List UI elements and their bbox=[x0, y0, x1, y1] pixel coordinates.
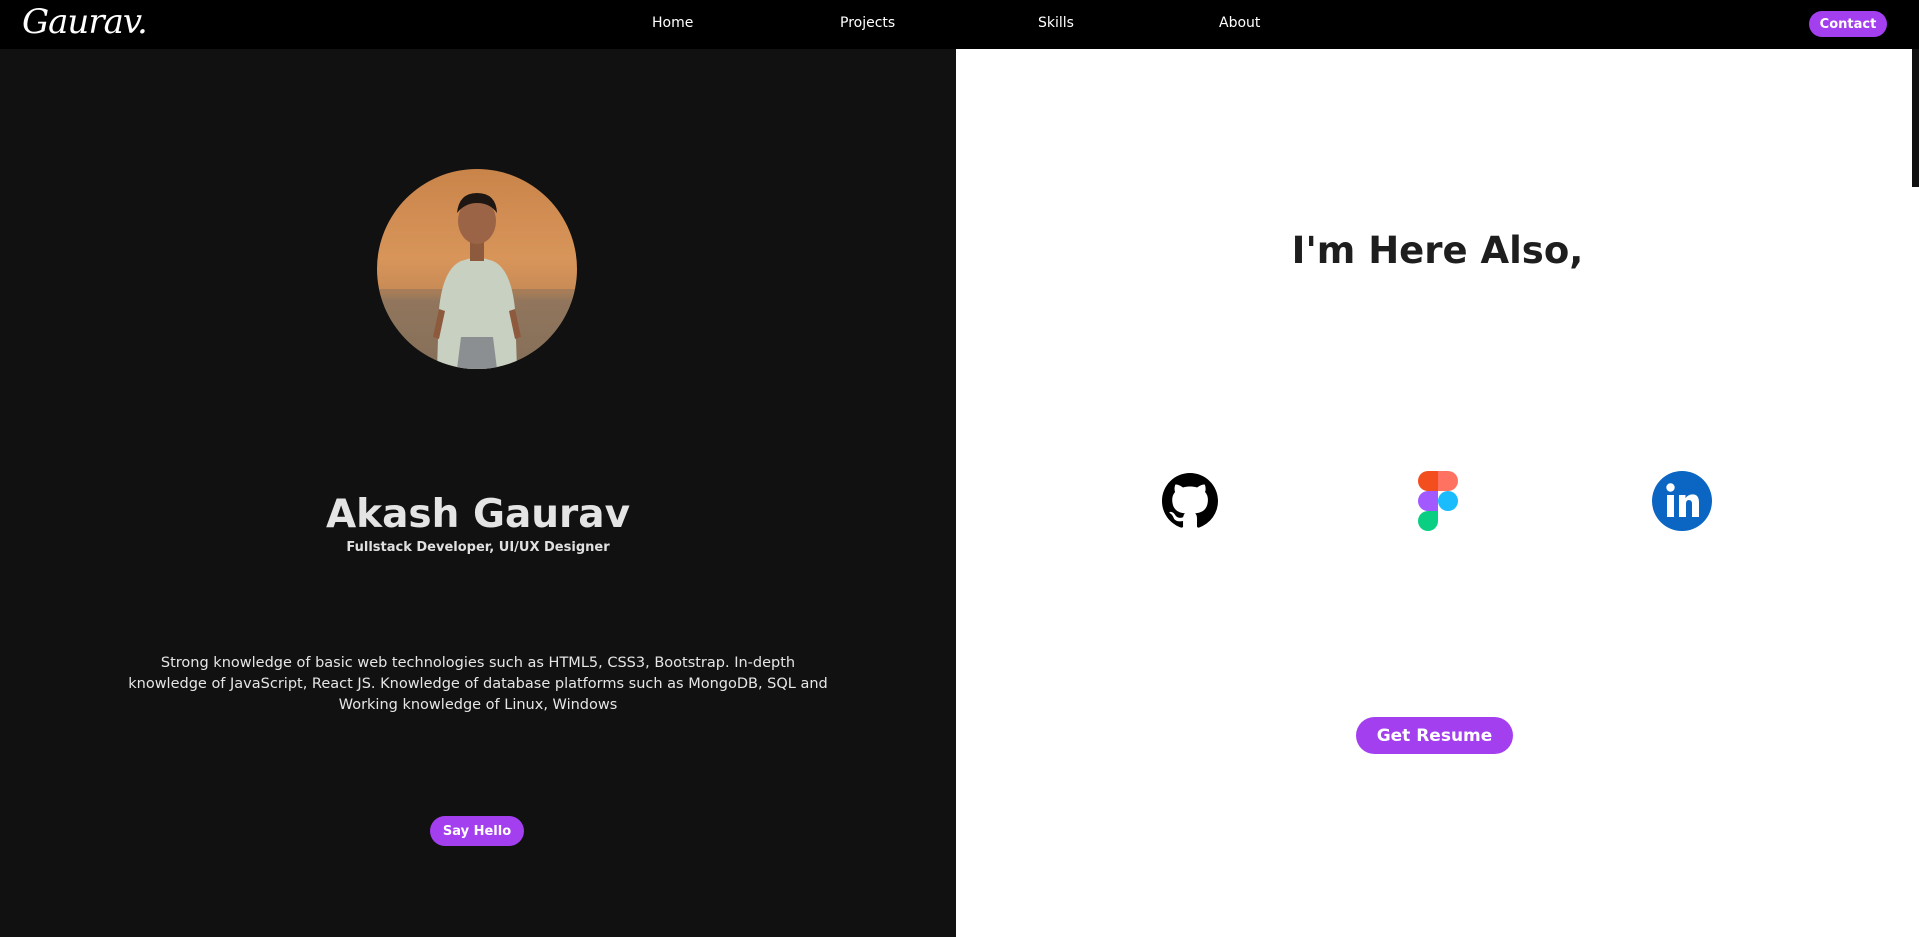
linkedin-link[interactable] bbox=[1650, 469, 1714, 533]
links-panel: I'm Here Also, Get Resume bbox=[956, 49, 1919, 937]
profile-role: Fullstack Developer, UI/UX Designer bbox=[346, 540, 610, 555]
site-logo[interactable]: Gaurav. bbox=[22, 2, 148, 42]
nav-link-home[interactable]: Home bbox=[652, 15, 693, 31]
profile-name: Akash Gaurav bbox=[325, 492, 631, 537]
profile-avatar bbox=[377, 169, 577, 369]
nav-link-about[interactable]: About bbox=[1219, 15, 1260, 31]
figma-icon bbox=[1418, 471, 1458, 531]
figma-link[interactable] bbox=[1406, 469, 1470, 533]
scrollbar[interactable] bbox=[1912, 49, 1919, 187]
links-heading: I'm Here Also, bbox=[1291, 229, 1584, 272]
navbar: Gaurav. Home Projects Skills About Conta… bbox=[0, 0, 1919, 49]
get-resume-button[interactable]: Get Resume bbox=[1356, 717, 1513, 754]
contact-button[interactable]: Contact bbox=[1809, 11, 1887, 37]
profile-bio: Strong knowledge of basic web technologi… bbox=[128, 655, 828, 713]
profile-photo bbox=[377, 169, 577, 369]
linkedin-icon bbox=[1652, 471, 1712, 531]
profile-panel: Akash Gaurav Fullstack Developer, UI/UX … bbox=[0, 49, 956, 937]
github-link[interactable] bbox=[1158, 469, 1222, 533]
say-hello-button[interactable]: Say Hello bbox=[430, 816, 524, 846]
nav-link-projects[interactable]: Projects bbox=[840, 15, 895, 31]
nav-link-skills[interactable]: Skills bbox=[1038, 15, 1074, 31]
github-icon bbox=[1162, 473, 1218, 528]
